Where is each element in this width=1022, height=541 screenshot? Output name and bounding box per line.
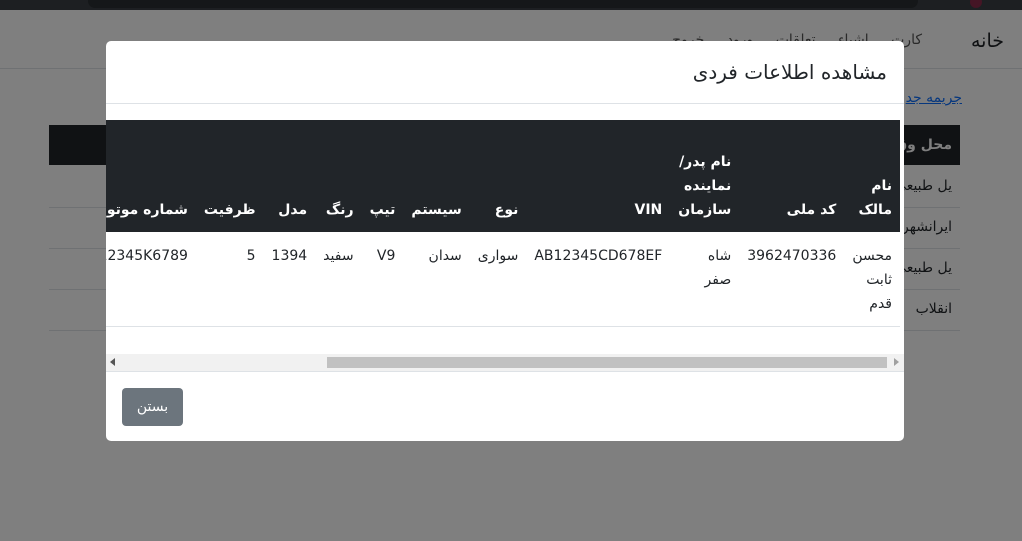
table-row: محسن ثابت قدم 3962470336 شاه صفر AB12345… [106, 232, 900, 327]
header-owner: نام مالک [844, 120, 900, 232]
cell-owner: محسن ثابت قدم [844, 232, 900, 327]
cell-model: 1394 [263, 232, 316, 327]
modal-footer: بستن [106, 371, 904, 441]
scroll-right-arrow-icon[interactable] [894, 358, 899, 366]
header-vin: VIN [526, 120, 671, 232]
header-type: نوع [469, 120, 527, 232]
cell-father: شاه صفر [670, 232, 740, 327]
header-color: رنگ [315, 120, 362, 232]
cell-vin: AB12345CD678EF [526, 232, 671, 327]
header-father: نام پدر/ نماینده سازمان [670, 120, 740, 232]
header-capacity: ظرفیت [195, 120, 264, 232]
header-model: مدل [263, 120, 316, 232]
cell-engine: 012345K6789 [106, 232, 196, 327]
header-national-code: کد ملی [739, 120, 845, 232]
vehicle-info-table: نام مالک کد ملی نام پدر/ نماینده سازمان … [106, 120, 900, 327]
cell-type: سواری [469, 232, 527, 327]
scroll-left-arrow-icon[interactable] [110, 358, 115, 366]
table-header-row: نام مالک کد ملی نام پدر/ نماینده سازمان … [106, 120, 900, 232]
cell-color: سفید [315, 232, 362, 327]
header-engine: شماره موتور [106, 120, 196, 232]
modal-title: مشاهده اطلاعات فردی [692, 60, 887, 84]
cell-national-code: 3962470336 [739, 232, 845, 327]
header-system: سیستم [403, 120, 470, 232]
close-button[interactable]: بستن [122, 388, 183, 426]
header-tip: تیپ [361, 120, 404, 232]
modal-header: مشاهده اطلاعات فردی [106, 41, 904, 104]
individual-info-modal: مشاهده اطلاعات فردی نام مالک کد ملی نام … [106, 41, 904, 441]
cell-system: سدان [403, 232, 470, 327]
cell-tip: V9 [361, 232, 404, 327]
table-scroll-container[interactable]: نام مالک کد ملی نام پدر/ نماینده سازمان … [106, 120, 904, 352]
cell-capacity: 5 [195, 232, 264, 327]
scrollbar-thumb[interactable] [327, 357, 887, 368]
horizontal-scrollbar[interactable] [106, 354, 904, 371]
